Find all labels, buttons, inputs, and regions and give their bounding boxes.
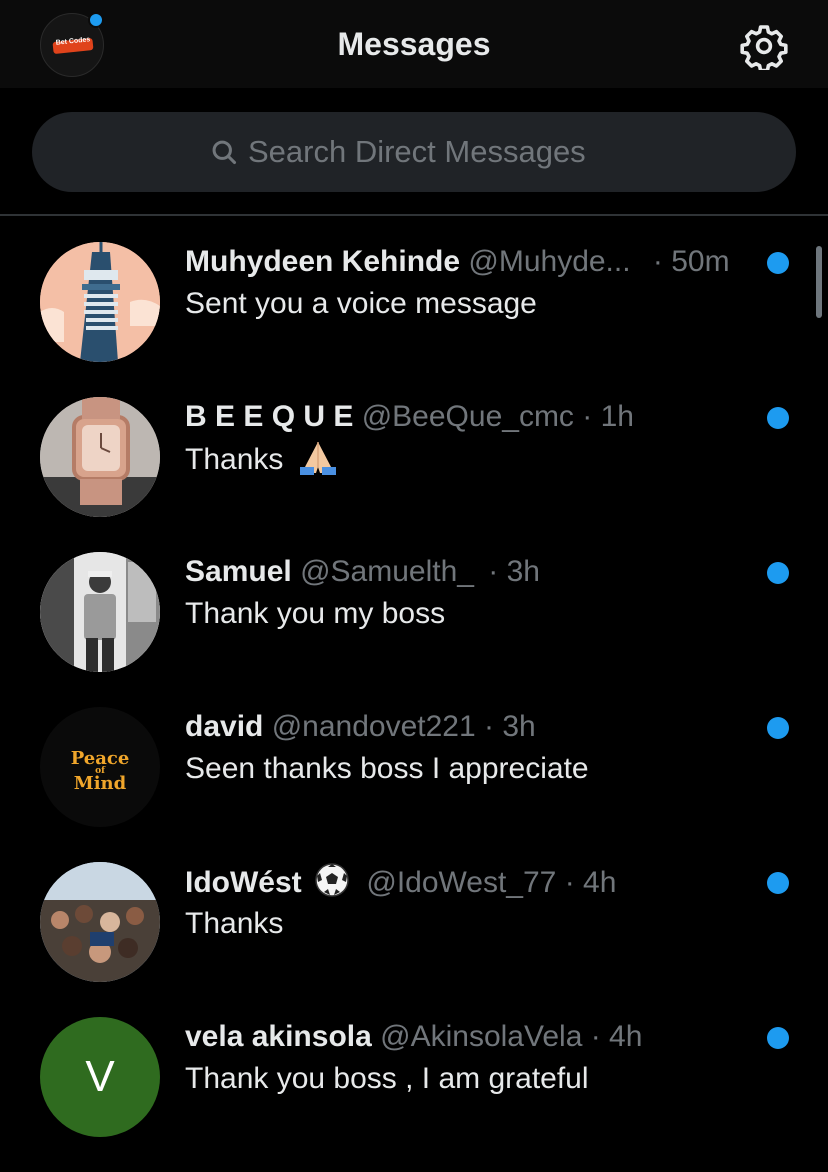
person-photo (40, 552, 160, 672)
sender-handle: @IdoWest_77 (366, 866, 557, 899)
message-preview: Thank you boss , I am grateful (185, 1062, 589, 1095)
search-inner (32, 112, 796, 192)
search-input[interactable] (248, 134, 618, 170)
conversation-header: IdoWést @IdoWest_77 · 4h (185, 862, 745, 902)
page-title: Messages (337, 26, 491, 62)
tower-illustration (40, 242, 160, 362)
avatar[interactable]: Peace of Mind (40, 707, 160, 827)
sender-name: Muhydeen Kehinde (185, 245, 461, 278)
unread-indicator (767, 252, 789, 274)
avatar[interactable] (40, 552, 160, 672)
message-time: · 3h (484, 710, 536, 743)
avatar-text-line: Mind (73, 773, 127, 794)
conversation-row[interactable]: V vela akinsola @AkinsolaVela · 4h Thank… (0, 991, 828, 1146)
message-time: · 50m (652, 245, 730, 278)
avatar-text-line: Peace (70, 748, 130, 769)
message-time: · 4h (564, 866, 617, 899)
message-preview: Thanks (185, 443, 284, 476)
avatar[interactable] (40, 397, 160, 517)
crowd-photo (40, 862, 160, 982)
conversation-row[interactable]: Peace of Mind david @nandovet221 · 3h Se… (0, 681, 828, 836)
message-preview-container: Thanks (185, 439, 745, 479)
sender-handle: @BeeQue_cmc (361, 400, 574, 433)
sender-name: vela akinsola (185, 1020, 372, 1053)
avatar[interactable] (40, 242, 160, 362)
message-time: · 1h (582, 400, 634, 433)
avatar[interactable] (40, 862, 160, 982)
sender-name: Samuel (185, 555, 292, 588)
conversation-list: Muhydeen Kehinde @Muhyde... · 50m Sent y… (0, 216, 828, 1146)
conversation-row[interactable]: IdoWést @IdoWest_77 · 4h Thanks (0, 836, 828, 991)
unread-indicator (767, 407, 789, 429)
message-preview: Thank you my boss (185, 597, 446, 630)
sender-handle: @AkinsolaVela (380, 1020, 583, 1053)
sender-handle: @nandovet221 (271, 710, 476, 743)
avatar-text: Peace of Mind (40, 748, 160, 794)
conversation-header: vela akinsola @AkinsolaVela · 4h (185, 1017, 745, 1057)
message-time: · 4h (590, 1020, 643, 1053)
conversation-header: Samuel @Samuelth_ · 3h (185, 552, 745, 592)
watch-photo (40, 397, 160, 517)
sender-name: B E E Q U E (185, 400, 354, 433)
sender-handle: @Muhyde... (468, 245, 631, 278)
search-icon (212, 140, 237, 165)
messages-screen: Bet Codes Messages Search Direct Message… (0, 0, 828, 1172)
top-bar: Bet Codes Messages (0, 0, 828, 88)
gear-icon (740, 25, 788, 73)
message-preview: Thanks (185, 907, 284, 940)
sender-name: IdoWést (185, 866, 302, 899)
message-time: · 3h (488, 555, 540, 588)
conversation-row[interactable]: B E E Q U E @BeeQue_cmc · 1h Thanks (0, 371, 828, 526)
settings-button[interactable] (740, 22, 788, 73)
conversation-row[interactable]: Samuel @Samuelth_ · 3h Thank you my boss (0, 526, 828, 681)
sender-handle: @Samuelth_ (300, 555, 474, 588)
message-preview: Seen thanks boss I appreciate (185, 752, 589, 785)
unread-indicator (767, 717, 789, 739)
sender-name: david (185, 710, 264, 743)
message-preview: Sent you a voice message (185, 287, 537, 320)
avatar[interactable]: V (40, 1017, 160, 1137)
conversation-header: B E E Q U E @BeeQue_cmc · 1h (185, 397, 745, 437)
search-bar[interactable] (32, 112, 796, 192)
conversation-row[interactable]: Muhydeen Kehinde @Muhyde... · 50m Sent y… (0, 216, 828, 371)
unread-indicator (767, 872, 789, 894)
folded-hands-emoji (298, 439, 338, 486)
unread-indicator (767, 1027, 789, 1049)
conversation-header: david @nandovet221 · 3h (185, 707, 745, 747)
avatar-letter: V (85, 1052, 115, 1101)
unread-indicator (767, 562, 789, 584)
soccer-ball-emoji (314, 862, 350, 902)
conversation-header: Muhydeen Kehinde @Muhyde... · 50m (185, 242, 745, 282)
